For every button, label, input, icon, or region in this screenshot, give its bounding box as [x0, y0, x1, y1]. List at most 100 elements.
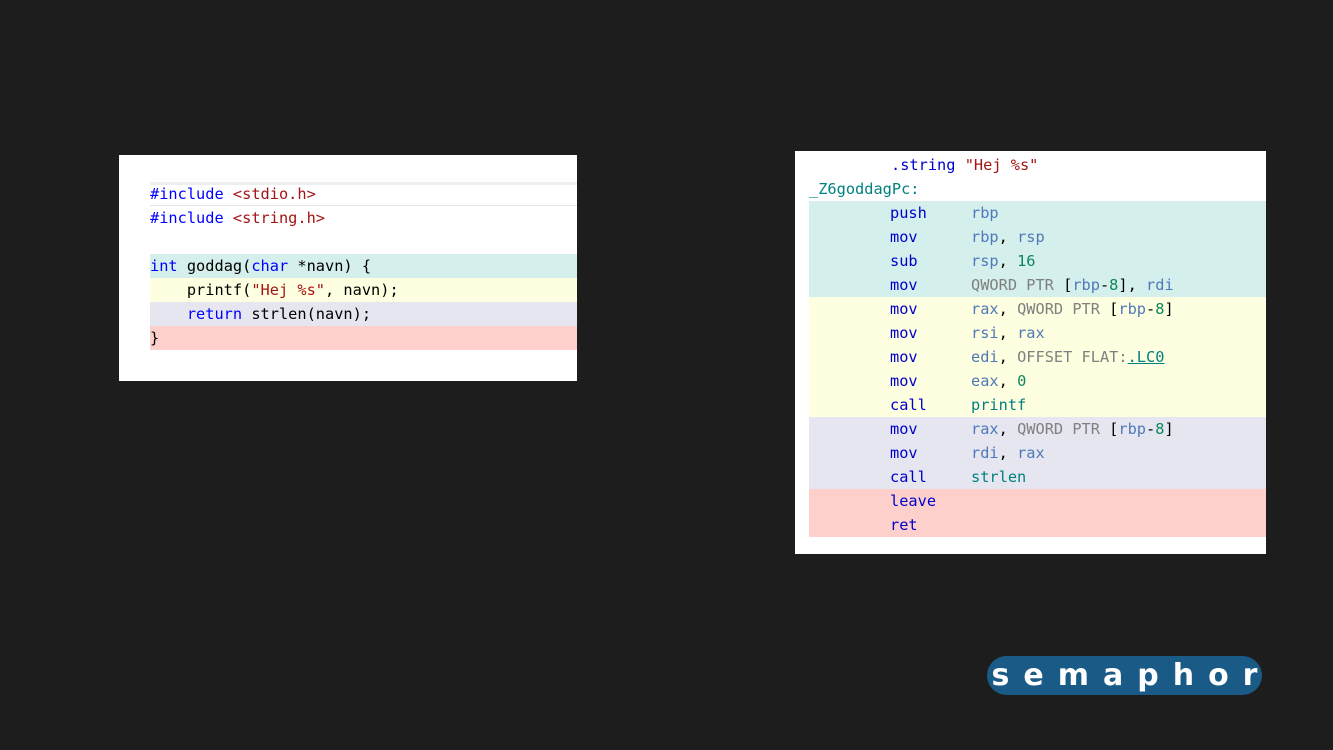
- asm-line: mov rsi, rax: [809, 321, 1266, 345]
- asm-label: _Z6goddagPc:: [809, 180, 920, 198]
- asm-number: 8: [1109, 276, 1119, 294]
- keyword-return: return: [186, 305, 243, 323]
- asm-opcode: leave: [890, 492, 937, 510]
- asm-opcode: mov: [890, 444, 918, 462]
- asm-line: mov QWORD PTR [rbp-8], rdi: [809, 273, 1266, 297]
- asm-register: rax: [1017, 444, 1045, 462]
- directive: #include: [150, 209, 224, 227]
- asm-line-label: _Z6goddagPc:: [809, 177, 1266, 201]
- c-line-closing-brace: }: [150, 326, 577, 350]
- asm-opcode: mov: [890, 372, 918, 390]
- asm-separator: ,: [998, 252, 1018, 270]
- logo-text: semaphor: [991, 658, 1272, 693]
- asm-register: rax: [971, 420, 999, 438]
- asm-directive: .string: [891, 156, 956, 174]
- asm-opcode: sub: [890, 252, 918, 270]
- header-name: <stdio.h>: [232, 185, 316, 203]
- asm-minus: -: [1099, 276, 1110, 294]
- header-name: <string.h>: [232, 209, 326, 227]
- params: *navn) {: [288, 257, 372, 275]
- c-line-include-string: #include <string.h>: [150, 206, 577, 230]
- asm-offset-flat: OFFSET FLAT:: [1017, 348, 1128, 366]
- asm-string: "Hej %s": [964, 156, 1039, 174]
- asm-bracket: [: [1099, 420, 1119, 438]
- asm-line: call printf: [809, 393, 1266, 417]
- asm-bracket: [: [1099, 300, 1119, 318]
- string-literal: "Hej %s": [251, 281, 325, 299]
- asm-minus: -: [1146, 420, 1156, 438]
- asm-line: mov rdi, rax: [809, 441, 1266, 465]
- keyword-int: int: [150, 257, 178, 275]
- asm-line: mov eax, 0: [809, 369, 1266, 393]
- c-line-function-signature: int goddag(char *navn) {: [150, 254, 577, 278]
- asm-bracket: ],: [1118, 276, 1147, 294]
- asm-label-link[interactable]: .LC0: [1128, 348, 1165, 366]
- asm-opcode: mov: [890, 348, 918, 366]
- asm-register: rbp: [1072, 276, 1100, 294]
- asm-line: mov rax, QWORD PTR [rbp-8]: [809, 417, 1266, 441]
- function-name: goddag(: [177, 257, 252, 275]
- asm-register: rbp: [971, 204, 999, 222]
- asm-opcode: call: [890, 396, 927, 414]
- asm-function: printf: [971, 396, 1027, 414]
- c-line-include-stdio: #include <stdio.h>: [150, 182, 577, 206]
- asm-number: 0: [1017, 372, 1027, 390]
- asm-opcode: call: [890, 468, 927, 486]
- closing-brace: }: [150, 329, 160, 347]
- asm-ptr: QWORD PTR: [1017, 300, 1100, 318]
- asm-opcode: mov: [890, 324, 918, 342]
- asm-separator: ,: [998, 372, 1018, 390]
- asm-separator: ,: [998, 324, 1018, 342]
- asm-separator: ,: [998, 444, 1018, 462]
- asm-function: strlen: [971, 468, 1027, 486]
- asm-opcode: mov: [890, 228, 918, 246]
- asm-minus: -: [1146, 300, 1156, 318]
- asm-register: rax: [1017, 324, 1045, 342]
- asm-line: call strlen: [809, 465, 1266, 489]
- asm-register: rdi: [1146, 276, 1174, 294]
- asm-register: edi: [971, 348, 999, 366]
- asm-separator: ,: [998, 300, 1018, 318]
- c-line-printf: printf("Hej %s", navn);: [150, 278, 577, 302]
- asm-register: rdi: [971, 444, 999, 462]
- asm-line: mov edi, OFFSET FLAT:.LC0: [809, 345, 1266, 369]
- asm-separator: ,: [998, 348, 1018, 366]
- asm-register: rsp: [1017, 228, 1045, 246]
- c-source-panel: #include <stdio.h> #include <string.h> i…: [119, 155, 577, 381]
- asm-opcode: ret: [890, 516, 918, 534]
- asm-line: mov rbp, rsp: [809, 225, 1266, 249]
- return-expr: strlen(navn);: [242, 305, 372, 323]
- asm-opcode: mov: [890, 420, 918, 438]
- asm-opcode: mov: [890, 276, 918, 294]
- asm-ptr: QWORD PTR: [1017, 420, 1100, 438]
- asm-bracket: [: [1053, 276, 1073, 294]
- asm-separator: ,: [998, 420, 1018, 438]
- asm-number: 16: [1017, 252, 1036, 270]
- asm-line: sub rsp, 16: [809, 249, 1266, 273]
- asm-register: rsi: [971, 324, 999, 342]
- asm-line: ret: [809, 513, 1266, 537]
- asm-register: rbp: [1118, 300, 1147, 318]
- asm-bracket: ]: [1164, 300, 1174, 318]
- printf-call: printf(: [150, 281, 252, 299]
- asm-line-string: .string "Hej %s": [809, 153, 1266, 177]
- asm-register: eax: [971, 372, 999, 390]
- asm-separator: ,: [998, 228, 1018, 246]
- asm-register: rsp: [971, 252, 999, 270]
- keyword-char: char: [251, 257, 289, 275]
- asm-line: leave: [809, 489, 1266, 513]
- c-line-return: return strlen(navn);: [150, 302, 577, 326]
- asm-register: rax: [971, 300, 999, 318]
- asm-register: rbp: [1118, 420, 1147, 438]
- asm-opcode: push: [890, 204, 927, 222]
- asm-line: mov rax, QWORD PTR [rbp-8]: [809, 297, 1266, 321]
- printf-args: , navn);: [325, 281, 399, 299]
- asm-line: push rbp: [809, 201, 1266, 225]
- asm-register: rbp: [971, 228, 999, 246]
- asm-bracket: ]: [1164, 420, 1174, 438]
- semaphor-logo: semaphor: [987, 656, 1262, 695]
- directive: #include: [150, 185, 224, 203]
- assembly-panel: .string "Hej %s" _Z6goddagPc: push rbp mo…: [795, 151, 1266, 554]
- asm-opcode: mov: [890, 300, 918, 318]
